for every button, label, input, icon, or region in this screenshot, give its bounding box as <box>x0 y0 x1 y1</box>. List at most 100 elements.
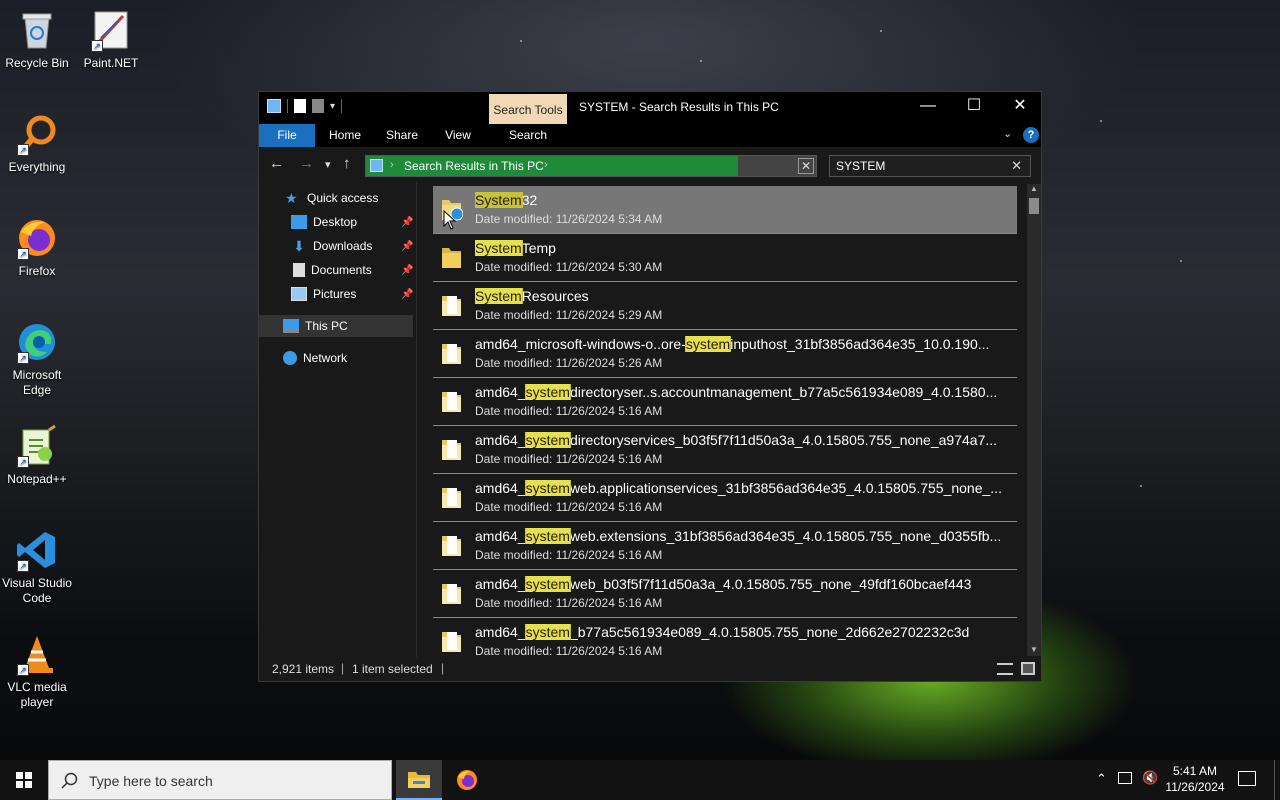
list-item[interactable]: amd64_systemweb.applicationservices_31bf… <box>433 474 1017 522</box>
nav-this-pc[interactable]: This PC <box>259 315 413 337</box>
list-item[interactable]: amd64_systemdirectoryservices_b03f5f7f11… <box>433 426 1017 474</box>
match-highlight: system <box>524 576 571 592</box>
windows-logo-icon <box>16 772 32 788</box>
desktop-icon-paint-net[interactable]: ↗ Paint.NET <box>74 8 148 71</box>
recycle-bin-icon <box>15 8 59 52</box>
scroll-up-arrow-icon[interactable]: ▲ <box>1030 184 1038 193</box>
paint-net-icon: ↗ <box>89 8 133 52</box>
result-name-suffix: directoryservices_b03f5f7f11d50a3a_4.0.1… <box>569 432 998 448</box>
tab-search[interactable]: Search <box>489 124 567 147</box>
desktop-icon-vscode[interactable]: ↗ Visual Studio Code <box>0 528 74 606</box>
scrollbar-thumb[interactable] <box>1029 198 1039 214</box>
status-divider: | <box>341 661 345 675</box>
list-item[interactable]: SystemTemp Date modified: 11/26/2024 5:3… <box>433 234 1017 282</box>
scroll-down-arrow-icon[interactable]: ▼ <box>1030 645 1038 654</box>
notepad-plus-plus-icon: ↗ <box>15 424 59 468</box>
taskbar-firefox[interactable] <box>444 760 490 800</box>
list-item[interactable]: SystemResources Date modified: 11/26/202… <box>433 282 1017 330</box>
start-button[interactable] <box>0 760 48 800</box>
date-modified: Date modified: 11/26/2024 5:16 AM <box>475 500 663 514</box>
tab-view[interactable]: View <box>435 124 481 147</box>
search-results-icon <box>370 159 383 172</box>
nav-pictures[interactable]: Pictures <box>291 283 356 305</box>
tab-share[interactable]: Share <box>377 124 427 147</box>
list-item[interactable]: amd64_systemweb.extensions_31bf3856ad364… <box>433 522 1017 570</box>
match-highlight: System <box>475 192 523 208</box>
close-button[interactable]: ✕ <box>997 92 1043 122</box>
list-item[interactable]: amd64_systemdirectoryser..s.accountmanag… <box>433 378 1017 426</box>
desktop-icon-vlc[interactable]: ↗ VLC media player <box>0 632 74 710</box>
clear-search-icon[interactable]: ✕ <box>1011 158 1022 174</box>
up-arrow-icon[interactable]: ↑ <box>343 155 351 172</box>
list-item[interactable]: amd64_systemweb_b03f5f7f11d50a3a_4.0.158… <box>433 570 1017 618</box>
desktop-icon-edge[interactable]: ↗ Microsoft Edge <box>0 320 74 398</box>
tab-home[interactable]: Home <box>321 124 369 147</box>
breadcrumb[interactable]: Search Results in This PC <box>404 159 544 173</box>
ribbon-expand-chevron-icon[interactable]: ⌄ <box>1003 127 1012 140</box>
list-item[interactable]: amd64_system_b77a5c561934e089_4.0.15805.… <box>433 618 1017 658</box>
result-name-suffix: Temp <box>521 240 556 256</box>
list-item[interactable]: System32 Date modified: 11/26/2024 5:34 … <box>433 186 1017 234</box>
taskbar-clock[interactable]: 5:41 AM 11/26/2024 <box>1160 763 1230 795</box>
minimize-button[interactable]: — <box>905 92 951 122</box>
desktop-icon-everything[interactable]: ↗ Everything <box>0 112 74 175</box>
vertical-scrollbar[interactable]: ▲ ▼ <box>1027 184 1041 656</box>
chevron-down-icon[interactable]: ▾ <box>330 101 335 112</box>
tab-file[interactable]: File <box>259 124 315 147</box>
details-view-icon[interactable] <box>997 663 1013 675</box>
result-name-suffix: directoryser..s.accountmanagement_b77a5c… <box>569 384 998 400</box>
breadcrumb-chevron-icon[interactable]: › <box>544 159 548 171</box>
help-icon[interactable]: ? <box>1023 127 1039 143</box>
notifications-icon[interactable] <box>1238 771 1256 786</box>
folder-icon <box>441 244 461 270</box>
stop-search-icon[interactable]: ✕ <box>798 158 814 174</box>
folder-icon <box>441 484 461 510</box>
quick-access-toolbar: ▾ <box>267 99 343 113</box>
result-name-suffix: Resources <box>521 288 589 304</box>
match-highlight: system <box>524 432 571 448</box>
desktop-icon-label: Everything <box>8 160 66 174</box>
breadcrumb-chevron-icon[interactable]: › <box>390 159 394 171</box>
desktop-icon-label: Paint.NET <box>83 56 139 70</box>
date-modified: Date modified: 11/26/2024 5:34 AM <box>475 212 663 226</box>
desktop-icon-recycle-bin[interactable]: Recycle Bin <box>0 8 74 71</box>
volume-muted-icon[interactable]: 🔇 <box>1142 770 1158 786</box>
shortcut-arrow-icon: ↗ <box>17 456 29 468</box>
list-item[interactable]: amd64_microsoft-windows-o..ore-systeminp… <box>433 330 1017 378</box>
match-highlight: system <box>684 336 732 352</box>
shortcut-arrow-icon: ↗ <box>17 560 29 572</box>
ribbon-tabs: File Home Share View Search ⌄ ? <box>259 124 1041 147</box>
nav-quick-access[interactable]: ★ Quick access <box>285 187 378 209</box>
desktop-icon-label: Notepad++ <box>7 472 67 486</box>
taskbar-file-explorer[interactable] <box>396 760 442 800</box>
date-modified: Date modified: 11/26/2024 5:16 AM <box>475 548 663 562</box>
folder-icon <box>441 436 461 462</box>
forward-arrow-icon[interactable]: → <box>299 155 314 172</box>
nav-downloads[interactable]: ⬇ Downloads <box>291 235 372 257</box>
desktop-icon-label: Firefox <box>18 264 56 278</box>
nav-network[interactable]: Network <box>283 347 347 369</box>
nav-desktop[interactable]: Desktop <box>291 211 357 233</box>
title-bar: ▾ Search Tools SYSTEM - Search Results i… <box>259 92 1041 124</box>
recent-locations-chevron-icon[interactable]: ▾ <box>325 158 331 171</box>
new-folder-icon[interactable] <box>312 99 324 113</box>
properties-icon[interactable] <box>294 99 306 113</box>
file-explorer-window: ▾ Search Tools SYSTEM - Search Results i… <box>258 91 1042 682</box>
nav-documents[interactable]: Documents <box>291 259 372 281</box>
taskbar-search-box[interactable]: Type here to search <box>48 760 392 800</box>
large-icons-view-icon[interactable] <box>1021 662 1035 675</box>
maximize-button[interactable]: ☐ <box>951 92 997 122</box>
firefox-icon <box>457 770 477 790</box>
network-status-icon[interactable] <box>1118 772 1132 784</box>
everything-search-icon: ↗ <box>15 112 59 156</box>
date-modified: Date modified: 11/26/2024 5:26 AM <box>475 356 663 370</box>
search-input[interactable]: SYSTEM ✕ <box>829 155 1031 177</box>
desktop-icon-firefox[interactable]: ↗ Firefox <box>0 216 74 279</box>
show-desktop-button[interactable] <box>1274 760 1280 800</box>
back-arrow-icon[interactable]: ← <box>269 155 284 172</box>
shortcut-arrow-icon: ↗ <box>91 40 103 52</box>
desktop-icon-notepad-plus-plus[interactable]: ↗ Notepad++ <box>0 424 74 487</box>
date-modified: Date modified: 11/26/2024 5:16 AM <box>475 452 663 466</box>
show-hidden-icons-chevron-icon[interactable]: ⌃ <box>1096 771 1107 787</box>
address-bar[interactable]: › Search Results in This PC › ✕ <box>365 155 817 177</box>
